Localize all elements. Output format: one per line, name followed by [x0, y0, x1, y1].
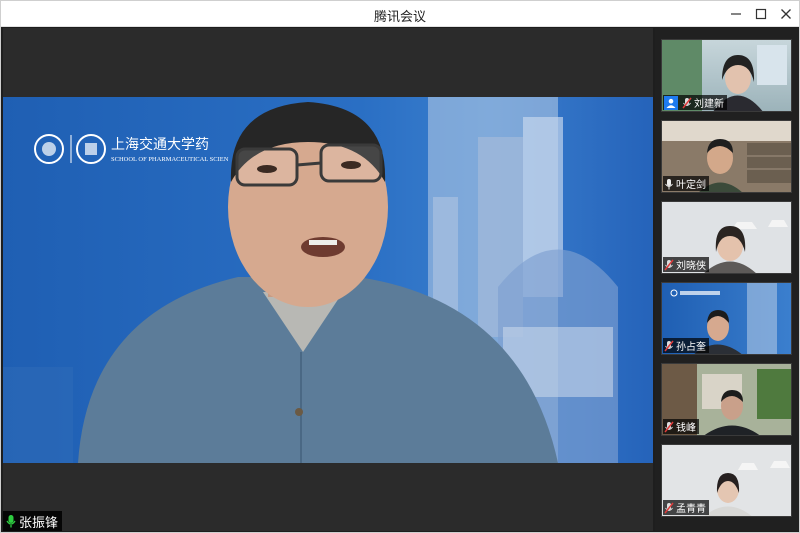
participant-name: 孟青青: [676, 504, 706, 515]
close-button[interactable]: [773, 1, 799, 27]
participant-name-tag: 刘晓侠: [663, 257, 709, 272]
participant-name: 刘建新: [694, 99, 724, 110]
maximize-button[interactable]: [748, 1, 774, 27]
mic-muted-icon: [664, 340, 674, 351]
participant-name-tag: 刘建新: [663, 95, 727, 110]
participant-tile[interactable]: 刘晓侠: [661, 201, 792, 274]
main-stage: 上海交通大学药 SCHOOL OF PHARMACEUTICAL SCIEN 张…: [3, 28, 653, 531]
participant-name: 叶定剑: [676, 180, 706, 191]
close-icon: [781, 9, 791, 19]
participant-tile[interactable]: 孟青青: [661, 444, 792, 517]
participant-tile[interactable]: 孙占奎: [661, 282, 792, 355]
meeting-window: 腾讯会议 上海交通大学药 SCHOOL OF PHARMACEUTICAL SC…: [0, 0, 800, 533]
school-logo-text: 上海交通大学药: [111, 136, 209, 153]
speaker-name: 张振锋: [19, 514, 59, 530]
minimize-icon: [731, 13, 741, 15]
participant-sidebar[interactable]: 刘建新 叶定剑 刘晓侠 孙占奎 钱峰 孟青青: [655, 28, 799, 531]
speaker-name-tag: 张振锋: [3, 511, 63, 531]
host-icon: [664, 95, 678, 110]
participant-tile[interactable]: 叶定剑: [661, 120, 792, 193]
mic-icon: [665, 178, 673, 189]
participant-name: 孙占奎: [676, 342, 706, 353]
participant-name-tag: 孙占奎: [663, 338, 709, 353]
school-logo-subtitle: SCHOOL OF PHARMACEUTICAL SCIEN: [111, 156, 229, 163]
participant-tile[interactable]: 钱峰: [661, 363, 792, 436]
window-title: 腾讯会议: [373, 9, 426, 24]
mic-on-icon: [6, 515, 16, 528]
participant-name-tag: 孟青青: [663, 500, 709, 515]
participant-name-tag: 钱峰: [663, 419, 699, 434]
mic-muted-icon: [682, 97, 692, 108]
speaker-video[interactable]: 上海交通大学药 SCHOOL OF PHARMACEUTICAL SCIEN: [3, 97, 653, 463]
participant-name: 刘晓侠: [676, 261, 706, 272]
minimize-button[interactable]: [723, 1, 749, 27]
speaker-video-frame: 上海交通大学药 SCHOOL OF PHARMACEUTICAL SCIEN: [3, 97, 618, 463]
participant-tile[interactable]: 刘建新: [661, 39, 792, 112]
mic-muted-icon: [664, 502, 674, 513]
title-bar: 腾讯会议: [1, 1, 799, 27]
mic-muted-icon: [664, 259, 674, 270]
participant-name: 钱峰: [676, 423, 696, 434]
mic-muted-icon: [664, 421, 674, 432]
maximize-icon: [755, 8, 767, 20]
participant-name-tag: 叶定剑: [663, 176, 709, 191]
